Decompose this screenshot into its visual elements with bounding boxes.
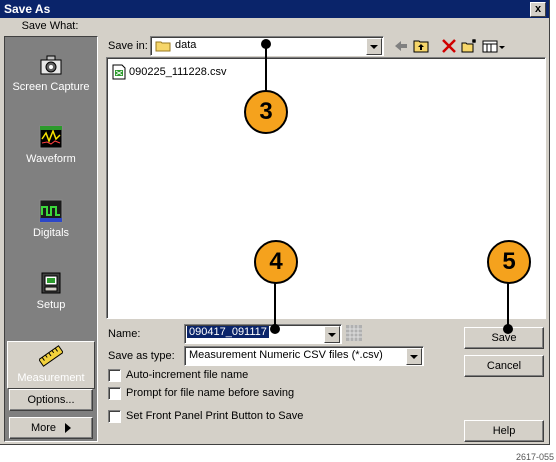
save-as-type-label: Save as type: [108, 350, 175, 362]
save-in-value: data [175, 39, 197, 51]
chevron-down-icon[interactable] [406, 348, 422, 365]
auto-increment-checkbox[interactable] [108, 369, 121, 382]
file-name: 090225_111228.csv [129, 66, 227, 78]
callout-5: 5 [487, 240, 531, 284]
save-what-panel: Screen Capture Waveform Digitals Setup M… [4, 36, 98, 442]
callout-3: 3 [244, 90, 288, 134]
view-menu-icon[interactable] [482, 38, 506, 54]
panel-item-label: Waveform [26, 153, 76, 165]
name-label: Name: [108, 328, 141, 340]
save-as-type-value: Measurement Numeric CSV files (*.csv) [189, 349, 383, 361]
panel-item-label: Setup [36, 299, 66, 311]
keypad-icon[interactable] [346, 325, 362, 341]
save-in-label: Save in: [108, 40, 148, 52]
waveform-icon [39, 125, 63, 149]
panel-item-waveform[interactable]: Waveform [5, 125, 97, 173]
callout-5-dot [503, 324, 513, 334]
file-list[interactable]: 090225_111228.csv [106, 57, 546, 319]
save-as-dialog: Save As x Save What: Screen Capture Wave… [0, 0, 550, 445]
figure-number: 2617-055 [515, 452, 554, 462]
setup-icon [41, 272, 61, 294]
chevron-down-icon[interactable] [366, 38, 382, 55]
more-label: More [30, 422, 56, 434]
folder-icon [155, 41, 171, 52]
title-bar: Save As x [0, 0, 549, 18]
callout-4-dot [270, 324, 280, 334]
camera-icon [40, 55, 62, 75]
delete-icon[interactable] [440, 38, 458, 54]
up-folder-icon[interactable] [412, 38, 430, 54]
front-panel-print-label: Set Front Panel Print Button to Save [126, 410, 304, 422]
close-button[interactable]: x [530, 2, 546, 17]
panel-item-screen-capture[interactable]: Screen Capture [5, 53, 97, 101]
front-panel-print-checkbox[interactable] [108, 410, 121, 423]
panel-item-measurement[interactable]: Measurement [7, 341, 95, 389]
cancel-button[interactable]: Cancel [464, 355, 544, 377]
ruler-icon [39, 345, 63, 367]
csv-file-icon [112, 64, 126, 80]
chevron-down-icon[interactable] [324, 326, 340, 343]
prompt-filename-label: Prompt for file name before saving [126, 387, 295, 399]
digitals-icon [39, 199, 63, 223]
save-as-type-combo[interactable]: Measurement Numeric CSV files (*.csv) [184, 346, 424, 366]
callout-4: 4 [254, 240, 298, 284]
auto-increment-label: Auto-increment file name [126, 369, 249, 381]
help-button[interactable]: Help [464, 420, 544, 442]
name-value[interactable]: 090417_091117 [187, 326, 269, 338]
options-button[interactable]: Options... [9, 389, 93, 411]
callout-3-dot [261, 39, 271, 49]
name-combo[interactable]: 090417_091117 [184, 324, 342, 344]
callout-3-line [265, 44, 267, 92]
more-button[interactable]: More [9, 417, 93, 439]
new-folder-icon[interactable] [460, 38, 478, 54]
panel-item-digitals[interactable]: Digitals [5, 199, 97, 247]
back-icon[interactable] [392, 38, 410, 54]
callout-4-line [274, 282, 276, 328]
panel-item-label: Digitals [32, 227, 70, 239]
callout-5-line [507, 282, 509, 328]
panel-item-setup[interactable]: Setup [5, 271, 97, 319]
arrow-right-icon [65, 423, 72, 434]
panel-item-label: Screen Capture [12, 81, 90, 93]
panel-item-label: Measurement [17, 372, 85, 384]
save-what-label: Save What: [21, 20, 79, 32]
window-title: Save As [4, 2, 51, 16]
prompt-filename-checkbox[interactable] [108, 387, 121, 400]
